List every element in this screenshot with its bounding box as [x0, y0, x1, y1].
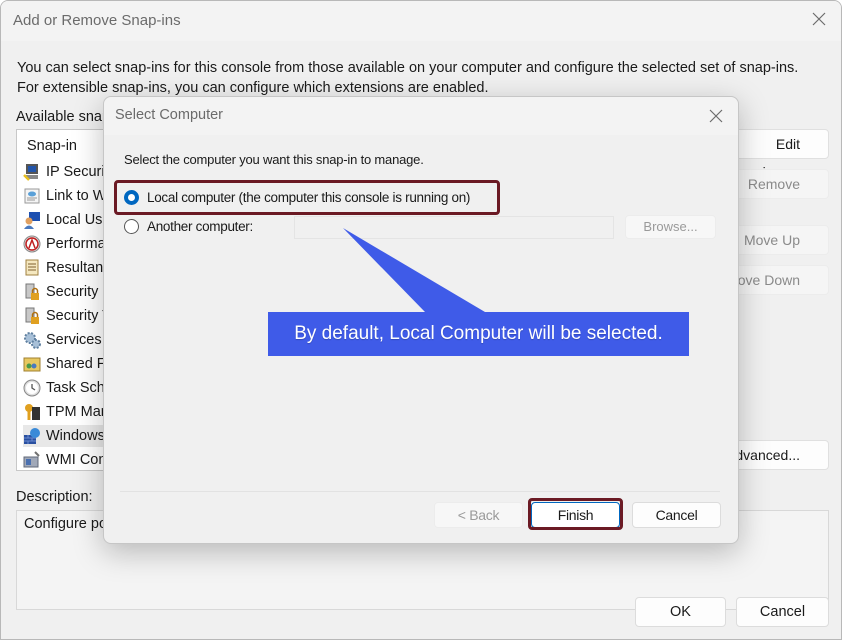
footer-separator: [120, 491, 720, 492]
ok-button[interactable]: OK: [635, 597, 726, 627]
task-scheduler-icon: [23, 379, 41, 397]
callout-annotation: By default, Local Computer will be selec…: [268, 312, 689, 356]
performance-icon: [23, 235, 41, 253]
local-computer-option[interactable]: Local computer (the computer this consol…: [124, 190, 470, 205]
select-computer-prompt: Select the computer you want this snap-i…: [124, 152, 424, 167]
browse-button[interactable]: Browse...: [625, 215, 716, 239]
resultant-policy-icon: [25, 259, 39, 276]
close-icon: [709, 109, 723, 123]
link-web-icon: [24, 188, 40, 204]
main-titlebar: Add or Remove Snap-ins: [1, 1, 841, 41]
another-computer-label: Another computer:: [147, 219, 253, 234]
select-computer-title: Select Computer: [115, 107, 223, 123]
another-computer-option[interactable]: Another computer:: [124, 219, 253, 234]
back-button[interactable]: < Back: [434, 502, 523, 528]
main-close-button[interactable]: [811, 11, 827, 27]
intro-line-2: For extensible snap-ins, you can configu…: [17, 80, 489, 96]
intro-line-1: You can select snap-ins for this console…: [17, 60, 799, 76]
snapin-column-header[interactable]: Snap-in: [27, 138, 77, 154]
local-users-icon: [24, 212, 40, 229]
select-computer-titlebar: Select Computer: [104, 97, 738, 135]
finish-highlight: [528, 498, 623, 530]
security-config-icon: [25, 283, 39, 300]
local-computer-label: Local computer (the computer this consol…: [147, 190, 471, 205]
another-computer-radio[interactable]: [124, 219, 139, 234]
tpm-icon: [25, 404, 40, 420]
description-label: Description:: [16, 489, 93, 505]
local-computer-radio[interactable]: [124, 190, 139, 205]
close-icon: [812, 12, 826, 26]
intro-text: You can select snap-ins for this console…: [17, 58, 798, 98]
firewall-icon: [24, 428, 40, 444]
select-computer-close-button[interactable]: [708, 108, 724, 124]
ip-security-icon: [23, 164, 38, 181]
main-dialog-title: Add or Remove Snap-ins: [13, 12, 181, 29]
shared-folders-icon: [23, 357, 41, 372]
another-computer-input[interactable]: [294, 216, 614, 239]
security-templates-icon: [25, 307, 39, 324]
main-cancel-button[interactable]: Cancel: [736, 597, 829, 627]
select-computer-cancel-button[interactable]: Cancel: [632, 502, 721, 528]
services-icon: [24, 332, 41, 349]
snapin-label: Services: [46, 332, 102, 348]
wmi-icon: [23, 451, 40, 468]
